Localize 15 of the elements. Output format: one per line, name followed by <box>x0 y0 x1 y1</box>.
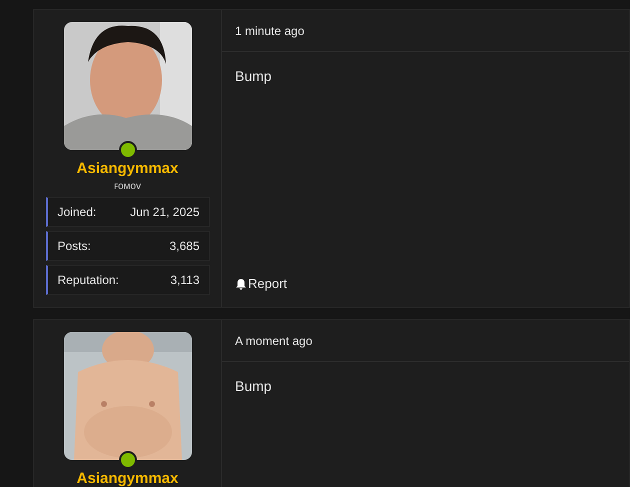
stat-label: Reputation: <box>58 273 119 287</box>
post-time: A moment ago <box>222 320 629 362</box>
stat-value: 3,685 <box>169 239 200 253</box>
stat-label: Joined: <box>58 205 96 219</box>
post-time: 1 minute ago <box>222 10 629 52</box>
user-title: ꜰᴏᴍᴏᴠ <box>114 180 141 192</box>
stat-value: 3,113 <box>170 273 200 287</box>
stat-value: Jun 21, 2025 <box>130 205 200 219</box>
bell-icon <box>235 278 247 290</box>
post-body: Bump <box>235 68 272 84</box>
username-link[interactable]: Asiangymmax <box>76 160 178 178</box>
stat-label: Posts: <box>58 239 91 253</box>
username-link[interactable]: Asiangymmax <box>76 470 178 487</box>
post-body: Bump <box>235 378 272 394</box>
report-button[interactable]: Report <box>235 276 288 291</box>
